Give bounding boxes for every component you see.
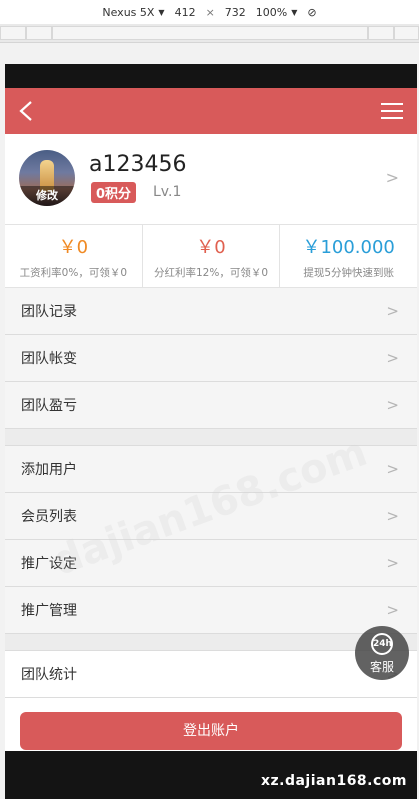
stat-value: ￥0 (58, 237, 89, 258)
clock-24h-icon: 24h (371, 633, 393, 655)
menu-item-member-list[interactable]: 会员列表 > (5, 493, 417, 540)
chevron-right-icon: > (386, 349, 399, 367)
ruler-segment[interactable] (394, 26, 419, 40)
logout-button[interactable]: 登出账户 (20, 712, 402, 750)
menu-item-promotion-settings[interactable]: 推广设定 > (5, 540, 417, 587)
menu-item-team-records[interactable]: 团队记录 > (5, 288, 417, 335)
stat-label: 工资利率0%，可领￥0 (19, 267, 127, 279)
chevron-right-icon: > (386, 601, 399, 619)
menu-item-label: 推广管理 (21, 603, 77, 619)
menu-item-label: 推广设定 (21, 556, 77, 572)
avatar[interactable]: 修改 (19, 150, 75, 206)
stats-panel: ￥0 工资利率0%，可领￥0 ￥0 分红利率12%，可领￥0 ￥100.000 … (5, 225, 417, 288)
hamburger-menu-icon[interactable] (381, 102, 403, 120)
customer-service-button[interactable]: 24h 客服 (355, 626, 409, 680)
ruler-segment[interactable] (52, 26, 368, 40)
menu-item-label: 团队盈亏 (21, 398, 77, 414)
viewport-height[interactable]: 732 (225, 6, 246, 19)
stat-withdraw[interactable]: ￥100.000 提现5分钟快速到账 (280, 225, 417, 287)
device-select[interactable]: Nexus 5X ▼ (102, 6, 164, 19)
dropdown-arrow-icon: ▼ (158, 7, 165, 17)
top-navigation-bar (5, 88, 417, 134)
ruler-segment[interactable] (368, 26, 394, 40)
username: a123456 (89, 152, 187, 177)
zoom-select[interactable]: 100% ▼ (256, 6, 298, 19)
section-divider (5, 429, 417, 446)
chevron-right-icon: > (386, 507, 399, 525)
phone-viewport: 修改 a123456 0积分 Lv.1 > ￥0 工资利率0%，可领￥0 ￥0 … (5, 64, 417, 799)
chevron-right-icon: > (386, 554, 399, 572)
chevron-right-icon: > (386, 460, 399, 478)
stat-dividend[interactable]: ￥0 分红利率12%，可领￥0 (143, 225, 281, 287)
ruler-segment[interactable] (26, 26, 52, 40)
stat-label: 提现5分钟快速到账 (303, 267, 395, 279)
stat-label: 分红利率12%，可领￥0 (153, 267, 269, 279)
menu-item-label: 会员列表 (21, 509, 77, 525)
menu-item-team-transactions[interactable]: 团队帐变 > (5, 335, 417, 382)
status-bar (5, 64, 417, 88)
menu-item-label: 团队记录 (21, 304, 77, 320)
stat-salary[interactable]: ￥0 工资利率0%，可领￥0 (5, 225, 143, 287)
menu-item-label: 添加用户 (21, 462, 77, 478)
chevron-right-icon: > (386, 302, 399, 320)
menu-item-add-user[interactable]: 添加用户 > (5, 446, 417, 493)
stat-value: ￥100.000 (302, 237, 395, 258)
level-label: Lv.1 (153, 184, 182, 200)
back-arrow-icon[interactable] (17, 100, 35, 122)
stat-value: ￥0 (196, 237, 226, 258)
menu-item-promotion-management[interactable]: 推广管理 > (5, 587, 417, 634)
menu-item-label: 团队帐变 (21, 351, 77, 367)
avatar-edit-label[interactable]: 修改 (19, 186, 75, 206)
device-toolbar: Nexus 5X ▼ 412 × 732 100% ▼ ⊘ (0, 0, 419, 24)
menu-item-team-profit-loss[interactable]: 团队盈亏 > (5, 382, 417, 429)
profile-card[interactable]: 修改 a123456 0积分 Lv.1 > (5, 134, 417, 225)
menu-item-label: 团队统计 (21, 667, 77, 683)
dropdown-arrow-icon: ▼ (291, 7, 298, 17)
chevron-right-icon: > (386, 396, 399, 414)
ruler-segment[interactable] (0, 26, 26, 40)
site-url-watermark: xz.dajian168.com (260, 773, 407, 789)
chevron-right-icon: > (385, 168, 399, 187)
media-query-ruler (0, 24, 419, 43)
viewport-width[interactable]: 412 (175, 6, 196, 19)
points-badge: 0积分 (91, 182, 137, 203)
customer-service-label: 客服 (369, 660, 394, 674)
rotate-icon[interactable]: ⊘ (307, 6, 316, 19)
times-icon: × (205, 5, 215, 19)
menu-list: 团队记录 > 团队帐变 > 团队盈亏 > 添加用户 > 会员列表 > 推广设定 > 推广管理… (5, 288, 417, 698)
